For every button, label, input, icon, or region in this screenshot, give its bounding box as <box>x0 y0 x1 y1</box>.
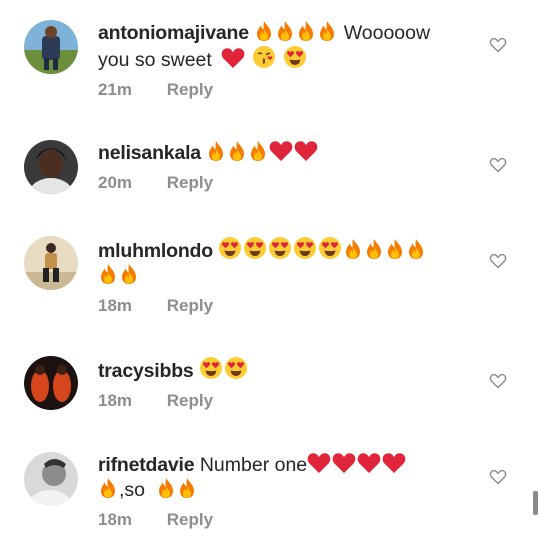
fire-icon <box>156 477 176 499</box>
red-heart-icon <box>307 452 331 474</box>
red-heart-icon <box>357 452 381 474</box>
fire-icon <box>406 238 426 260</box>
avatar[interactable] <box>24 356 78 410</box>
fire-icon <box>98 477 118 499</box>
like-heart-icon[interactable] <box>489 469 507 485</box>
comment-timestamp: 18m <box>98 510 133 529</box>
comment-timestamp: 18m <box>98 391 133 410</box>
comment-emoji-group <box>98 265 140 287</box>
scrollbar-thumb[interactable] <box>533 491 538 515</box>
avatar[interactable] <box>24 20 78 74</box>
comment-timestamp: 21m <box>98 80 133 99</box>
comment-username[interactable]: nelisankala <box>98 142 201 164</box>
like-heart-icon[interactable] <box>489 373 507 389</box>
comment-text: ,so <box>119 479 146 501</box>
fire-icon <box>227 140 247 162</box>
comment-username[interactable]: tracysibbs <box>98 360 194 382</box>
heart-eyes-icon <box>224 356 248 380</box>
comment-username[interactable]: rifnetdavie <box>98 454 195 476</box>
comment-emoji-group <box>206 142 319 164</box>
heart-eyes-icon <box>268 236 292 260</box>
like-heart-icon[interactable] <box>489 37 507 53</box>
heart-eyes-icon <box>243 236 267 260</box>
reply-button[interactable]: Reply <box>167 391 213 410</box>
comment-emoji-group <box>307 454 407 476</box>
red-heart-icon <box>221 47 245 69</box>
heart-eyes-icon <box>218 236 242 260</box>
fire-icon <box>206 140 226 162</box>
red-heart-icon <box>269 140 293 162</box>
reply-button[interactable]: Reply <box>167 80 213 99</box>
reply-button[interactable]: Reply <box>167 296 213 315</box>
fire-icon <box>119 263 139 285</box>
fire-icon <box>296 20 316 42</box>
fire-icon <box>98 263 118 285</box>
comment-emoji-group <box>199 360 249 382</box>
comment-timestamp: 18m <box>98 296 133 315</box>
comments-list: antoniomajivane Wooooow you so sweet 21m… <box>0 0 540 543</box>
fire-icon <box>254 20 274 42</box>
fire-icon <box>248 140 268 162</box>
fire-icon <box>317 20 337 42</box>
red-heart-icon <box>332 452 356 474</box>
comment-emoji-group <box>254 22 343 44</box>
avatar[interactable] <box>24 140 78 194</box>
avatar[interactable] <box>24 452 78 506</box>
fire-icon <box>275 20 295 42</box>
comment-timestamp: 20m <box>98 173 133 192</box>
fire-icon <box>364 238 384 260</box>
reply-button[interactable]: Reply <box>167 510 213 529</box>
like-heart-icon[interactable] <box>489 157 507 173</box>
heart-eyes-icon <box>318 236 342 260</box>
reply-button[interactable]: Reply <box>167 173 213 192</box>
comment-username[interactable]: mluhmlondo <box>98 240 213 262</box>
like-heart-icon[interactable] <box>489 253 507 269</box>
comment-username[interactable]: antoniomajivane <box>98 22 249 44</box>
kissing-face-icon <box>252 45 276 69</box>
heart-eyes-icon <box>283 45 307 69</box>
comment-text: Wooooow <box>343 22 431 44</box>
fire-icon <box>343 238 363 260</box>
comment-text: you so sweet <box>98 49 212 71</box>
comment-emoji-group <box>218 240 427 262</box>
fire-icon <box>177 477 197 499</box>
heart-eyes-icon <box>199 356 223 380</box>
avatar[interactable] <box>24 236 78 290</box>
fire-icon <box>385 238 405 260</box>
comment-text: Number one <box>199 454 308 476</box>
red-heart-icon <box>294 140 318 162</box>
red-heart-icon <box>382 452 406 474</box>
heart-eyes-icon <box>293 236 317 260</box>
